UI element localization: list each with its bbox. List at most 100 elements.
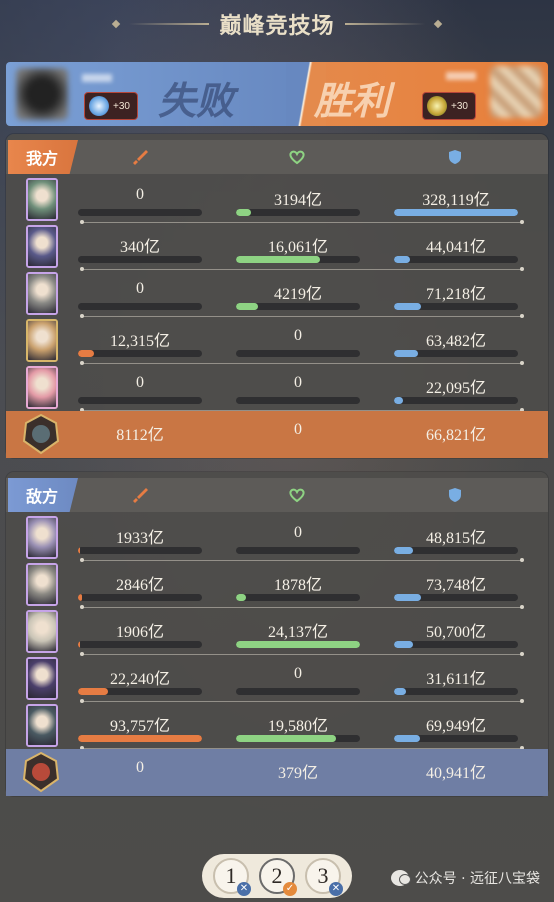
def-value: 63,482亿 [425,333,486,350]
lose-mark-icon: ✕ [329,882,343,896]
pet-row: 0 379亿 40,941亿 [6,749,548,796]
heal-cell: 0 [236,317,360,364]
hero-row: 93,757亿 19,580亿 69,949亿 [6,702,548,750]
pet-def-cell: 66,821亿 [394,411,518,458]
heal-bar-fill [236,209,251,216]
atk-cell: 93,757亿 [78,702,202,749]
atk-bar [78,397,202,404]
def-value: 48,815亿 [425,530,486,547]
atk-value: 0 [136,186,144,203]
hero-portrait[interactable] [26,319,58,362]
enemy-team-label: 敌方 [8,478,78,512]
def-value: 50,700亿 [425,624,486,641]
rank-gem-icon [89,96,109,116]
def-bar [394,256,518,263]
heal-bar-fill [236,735,337,742]
heal-bar-fill [236,641,360,648]
heal-value: 4219亿 [273,286,322,303]
pet-portrait[interactable] [22,751,60,793]
heal-value: 0 [294,524,302,541]
pet-atk-value: 0 [136,759,144,776]
atk-bar-fill [78,547,81,554]
def-bar-fill [394,688,407,695]
title-deco-right [433,19,442,29]
heal-value: 0 [294,327,302,344]
round-2-button[interactable]: 2 ✓ [259,858,297,896]
hero-face [28,612,56,651]
def-bar [394,303,518,310]
hero-portrait[interactable] [26,225,58,268]
hero-portrait[interactable] [26,704,58,747]
result-banner: 失败 胜利 +30 +30 [6,62,548,126]
atk-bar-fill [78,735,202,742]
atk-cell: 0 [78,176,202,223]
title-line-left [129,23,210,25]
rank-points-left: +30 [113,100,130,112]
def-bar-fill [394,397,403,404]
pet-heal-cell: 0 [236,411,360,458]
pet-atk-cell: 8112亿 [78,411,202,458]
pet-portrait[interactable] [22,413,60,455]
def-value: 69,949亿 [425,718,486,735]
atk-bar [78,256,202,263]
rank-badge-left: +30 [84,92,138,120]
hero-portrait[interactable] [26,516,58,559]
title-deco-left [112,19,121,29]
watermark: 公众号 · 远征八宝袋 [390,868,540,888]
player-avatar-left[interactable] [16,68,68,120]
heal-cell: 1878亿 [236,561,360,608]
def-bar [394,397,518,404]
heal-bar-fill [236,303,259,310]
atk-bar [78,547,202,554]
hero-portrait[interactable] [26,657,58,700]
hero-portrait[interactable] [26,366,58,409]
atk-cell: 12,315亿 [78,317,202,364]
heal-bar [236,256,360,263]
heal-cell: 19,580亿 [236,702,360,749]
player-avatar-right[interactable] [490,66,542,118]
def-bar-fill [394,256,411,263]
lose-mark-icon: ✕ [237,882,251,896]
def-bar [394,735,518,742]
hero-row: 1906亿 24,137亿 50,700亿 [6,608,548,656]
def-cell: 328,119亿 [394,176,518,223]
atk-value: 93,757亿 [109,718,170,735]
def-cell: 73,748亿 [394,561,518,608]
round-1-label: 1 [225,863,237,888]
def-cell: 44,041亿 [394,223,518,270]
hero-portrait[interactable] [26,272,58,315]
pet-def-value: 66,821亿 [425,427,486,444]
hero-portrait[interactable] [26,178,58,221]
heal-value: 0 [294,665,302,682]
def-value: 328,119亿 [422,192,490,209]
hero-face [28,518,56,557]
hero-portrait[interactable] [26,610,58,653]
def-value: 73,748亿 [425,577,486,594]
hero-face [28,274,56,313]
heal-bar [236,688,360,695]
atk-bar-fill [78,641,81,648]
atk-value: 1933亿 [115,530,164,547]
round-3-button[interactable]: 3 ✕ [305,858,343,896]
watermark-text: 公众号 · 远征八宝袋 [414,871,540,887]
ours-header: 我方 [6,140,548,174]
hero-row: 1933亿 0 48,815亿 [6,514,548,562]
hero-face [28,227,56,266]
shield-icon [449,488,461,502]
hero-portrait[interactable] [26,563,58,606]
heal-cell: 0 [236,514,360,561]
atk-bar [78,735,202,742]
rank-points-right: +30 [451,100,468,112]
def-value: 22,095亿 [425,380,486,397]
hero-face [28,180,56,219]
page-title: 巅峰竞技场 [219,13,335,38]
round-1-button[interactable]: 1 ✕ [213,858,251,896]
hero-row: 340亿 16,061亿 44,041亿 [6,223,548,271]
heal-bar-fill [236,256,321,263]
hero-row: 12,315亿 0 63,482亿 [6,317,548,365]
atk-cell: 2846亿 [78,561,202,608]
round-pager: 1 ✕ 2 ✓ 3 ✕ [202,854,352,898]
def-bar [394,547,518,554]
title-bar: 巅峰竞技场 [0,6,554,42]
heal-bar [236,735,360,742]
